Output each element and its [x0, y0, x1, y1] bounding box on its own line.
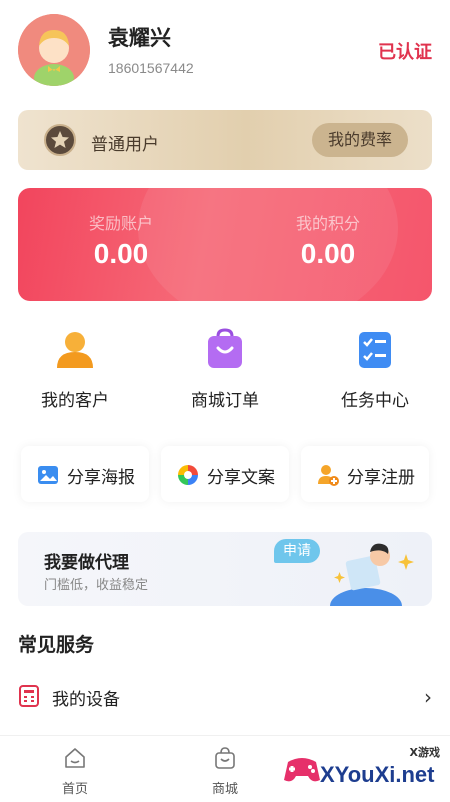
quick-action-label: 任务中心 — [341, 391, 409, 411]
quick-action-customers[interactable]: 我的客户 — [0, 328, 150, 411]
user-phone: 18601567442 — [108, 60, 194, 76]
watermark-text: XYouXi.net — [320, 762, 435, 787]
share-poster-label: 分享海报 — [67, 468, 135, 488]
gamepad-logo-icon — [284, 758, 320, 782]
points-account-label: 我的积分 — [295, 214, 360, 233]
my-rate-button[interactable]: 我的费率 — [312, 123, 408, 157]
watermark-top: X游戏 — [409, 746, 440, 759]
tab-home-label: 首页 — [61, 782, 88, 797]
reward-account-value: 0.00 — [93, 238, 149, 269]
agent-banner-title: 我要做代理 — [44, 553, 129, 573]
home-icon — [65, 748, 85, 768]
agent-banner-subtitle: 门槛低，收益稳定 — [44, 578, 149, 593]
tab-mall[interactable]: 商城 — [190, 746, 260, 797]
avatar[interactable] — [18, 14, 90, 86]
user-name: 袁耀兴 — [108, 26, 171, 50]
profile-header: 袁耀兴 18601567442 已认证 — [0, 0, 450, 100]
agent-illustration — [330, 543, 414, 606]
account-card: 奖励账户 0.00 我的积分 0.00 — [18, 188, 432, 301]
site-watermark: X游戏 XYouXi.net — [282, 742, 450, 801]
points-account[interactable]: 我的积分 0.00 — [258, 210, 398, 270]
agent-banner[interactable]: 我要做代理 门槛低，收益稳定 申请 — [18, 532, 432, 606]
share-register-label: 分享注册 — [347, 468, 415, 488]
service-item-my-devices[interactable]: 我的设备 › — [0, 672, 450, 722]
quick-action-orders[interactable]: 商城订单 — [150, 328, 300, 411]
reward-account[interactable]: 奖励账户 0.00 — [51, 210, 191, 270]
bag-icon — [215, 747, 235, 769]
member-level-card[interactable]: 普通用户 我的费率 — [18, 110, 432, 170]
person-icon — [53, 328, 97, 372]
checklist-icon — [353, 328, 397, 372]
service-item-label: 我的设备 — [52, 690, 120, 710]
tab-home[interactable]: 首页 — [40, 746, 110, 797]
share-poster-button[interactable]: 分享海报 — [21, 446, 149, 502]
shopping-bag-icon — [203, 328, 247, 372]
member-level-name: 普通用户 — [91, 135, 159, 155]
add-user-icon — [317, 464, 339, 486]
points-account-value: 0.00 — [300, 238, 356, 269]
share-register-button[interactable]: 分享注册 — [301, 446, 429, 502]
quick-action-label: 商城订单 — [191, 391, 259, 411]
quick-action-label: 我的客户 — [41, 391, 109, 411]
share-copy-label: 分享文案 — [207, 468, 275, 488]
quick-action-tasks[interactable]: 任务中心 — [300, 328, 450, 411]
aperture-icon — [177, 464, 199, 486]
star-icon — [44, 124, 76, 156]
image-icon — [37, 464, 59, 486]
calculator-icon — [18, 685, 40, 707]
verified-badge[interactable]: 已认证 — [378, 38, 432, 64]
chevron-right-icon: › — [424, 685, 432, 709]
share-copy-button[interactable]: 分享文案 — [161, 446, 289, 502]
services-section-title: 常见服务 — [18, 634, 95, 656]
reward-account-label: 奖励账户 — [88, 214, 153, 233]
tab-mall-label: 商城 — [211, 782, 238, 797]
